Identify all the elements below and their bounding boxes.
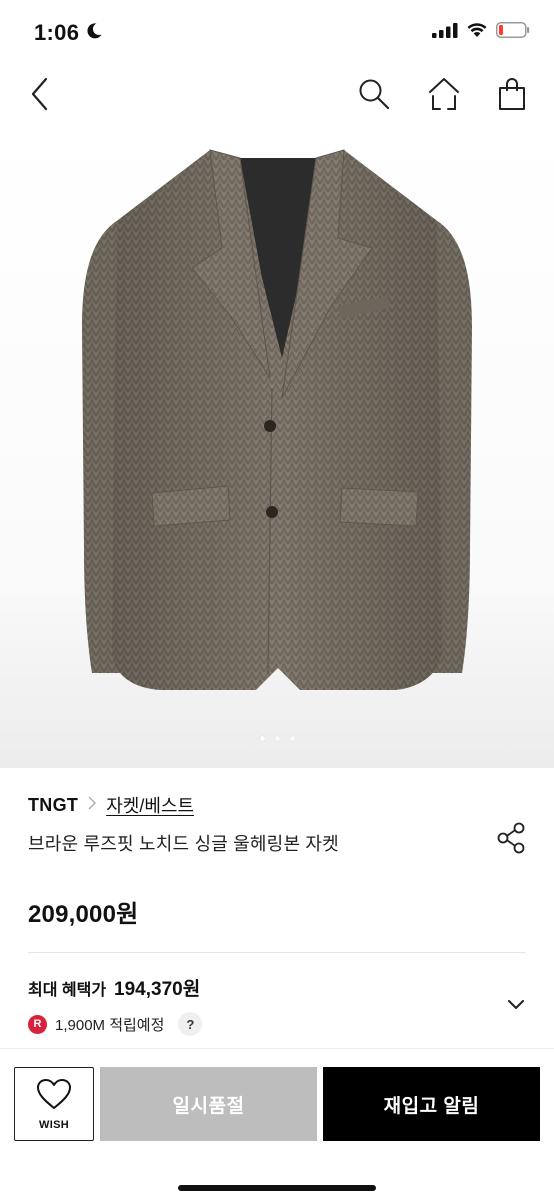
wool-herringbone-jacket-image — [82, 149, 472, 690]
points-text: 1,900M 적립예정 — [55, 1016, 165, 1034]
reward-points: R 1,900M 적립예정 ? — [28, 1012, 203, 1036]
back-chevron-icon — [29, 77, 51, 116]
back-button[interactable] — [18, 74, 62, 118]
moon-icon — [85, 20, 103, 46]
wifi-icon — [466, 22, 488, 43]
breadcrumb: TNGT 자켓/베스트 — [28, 792, 194, 818]
search-icon — [357, 77, 391, 116]
product-price: 209,000원 — [28, 901, 139, 928]
wish-label: WISH — [39, 1118, 69, 1131]
status-indicators — [432, 22, 530, 43]
divider — [28, 952, 526, 953]
search-button[interactable] — [352, 74, 396, 118]
status-time-group: 1:06 — [34, 20, 103, 46]
gallery-dot-active[interactable] — [259, 736, 265, 741]
status-bar: 1:06 — [0, 0, 554, 64]
brand-name[interactable]: TNGT — [28, 795, 78, 816]
top-navigation — [0, 64, 554, 128]
heart-icon — [36, 1078, 72, 1115]
share-icon — [497, 822, 527, 859]
benefit-label: 최대 혜택가 — [28, 982, 107, 999]
gallery-dot[interactable] — [289, 736, 295, 741]
cart-button[interactable] — [490, 74, 534, 118]
chevron-down-icon — [508, 997, 524, 1015]
soldout-button[interactable]: 일시품절 — [100, 1067, 317, 1141]
gallery-pagination[interactable] — [0, 736, 554, 741]
purchase-bar: WISH 일시품절 재입고 알림 — [0, 1048, 554, 1200]
help-button[interactable]: ? — [178, 1012, 203, 1036]
product-image-gallery[interactable] — [0, 128, 554, 768]
max-benefit: 최대 혜택가 194,370원 — [28, 974, 200, 1001]
shopping-bag-icon — [497, 77, 527, 116]
home-indicator[interactable] — [178, 1185, 376, 1191]
product-title: 브라운 루즈핏 노치드 싱글 울헤링본 자켓 — [28, 834, 339, 854]
benefit-expand-button[interactable] — [502, 992, 530, 1020]
cellular-signal-icon — [432, 22, 458, 43]
home-button[interactable] — [422, 74, 466, 118]
battery-low-icon — [496, 22, 530, 43]
home-icon — [428, 77, 460, 116]
category-link[interactable]: 자켓/베스트 — [106, 792, 194, 818]
gallery-dot[interactable] — [274, 736, 280, 741]
restock-notify-button[interactable]: 재입고 알림 — [323, 1067, 540, 1141]
benefit-price: 194,370원 — [114, 979, 201, 1000]
point-badge-icon: R — [28, 1014, 47, 1034]
chevron-right-icon — [88, 796, 97, 815]
share-button[interactable] — [494, 822, 530, 858]
wish-button[interactable]: WISH — [14, 1067, 94, 1141]
status-time: 1:06 — [34, 20, 80, 45]
